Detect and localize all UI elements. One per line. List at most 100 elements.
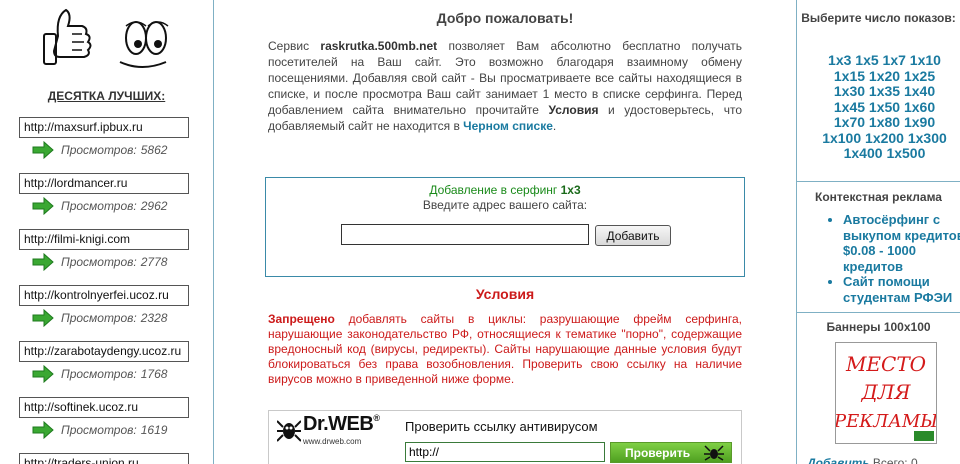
impressions-link[interactable]: 1x90: [904, 114, 935, 130]
forbidden-word: Запрещено: [268, 312, 335, 326]
impressions-link[interactable]: 1x200: [865, 130, 904, 146]
banners-title: Баннеры 100x100: [826, 320, 931, 334]
top-site-url[interactable]: http://filmi-knigi.com: [19, 229, 189, 250]
impressions-link[interactable]: 1x400: [844, 145, 883, 161]
ad-banner[interactable]: МЕСТО ДЛЯ РЕКЛАМЫ: [833, 342, 938, 444]
left-column: ДЕСЯТКА ЛУЧШИХ: http://maxsurf.ipbux.ru …: [0, 0, 213, 464]
drweb-registered-mark: ®: [373, 413, 380, 423]
context-ads-list: Автосёрфинг с выкупом кредитов. $0.08 - …: [819, 212, 960, 305]
add-banner-link[interactable]: Добавить: [807, 456, 869, 464]
add-form-mode: 1x3: [560, 183, 581, 197]
add-site-form: Добавление в серфинг 1x3 Введите адрес в…: [265, 177, 745, 277]
views-count: 2962: [140, 199, 168, 213]
site-url-input[interactable]: [341, 224, 589, 245]
views-label: Просмотров:: [61, 255, 137, 269]
impressions-link[interactable]: 1x20: [869, 68, 900, 84]
impressions-link[interactable]: 1x10: [910, 52, 941, 68]
arrow-right-icon: [32, 253, 54, 271]
top-site-url[interactable]: http://kontrolnyerfei.ucoz.ru: [19, 285, 189, 306]
section-divider: [797, 181, 960, 182]
conditions-body: добавлять сайты в циклы: разрушающие фре…: [268, 312, 742, 386]
impressions-link[interactable]: 1x30: [834, 83, 865, 99]
check-url-button[interactable]: Проверить: [610, 442, 732, 463]
section-divider: [797, 312, 960, 313]
impressions-link[interactable]: 1x45: [834, 99, 865, 115]
spider-logo-icon: [277, 420, 301, 442]
top-site-url[interactable]: http://lordmancer.ru: [19, 173, 189, 194]
blacklist-link[interactable]: Черном списке: [463, 119, 553, 133]
impressions-title: Выберите число показов:: [801, 11, 956, 25]
arrow-right-icon: [32, 197, 54, 215]
banner-footer: Добавить Всего: 0: [807, 456, 918, 464]
impressions-link[interactable]: 1x35: [869, 83, 900, 99]
views-label: Просмотров:: [61, 199, 137, 213]
top-site-url[interactable]: http://maxsurf.ipbux.ru: [19, 117, 189, 138]
check-url-input[interactable]: [405, 442, 605, 462]
views-count: 2328: [140, 311, 168, 325]
context-ads-title: Контекстная реклама: [815, 190, 942, 204]
impressions-link[interactable]: 1x500: [886, 145, 925, 161]
arrow-right-icon: [32, 309, 54, 327]
thumbs-up-mascot-icon: [43, 8, 169, 68]
drweb-title: Проверить ссылку антивирусом: [405, 419, 598, 434]
drweb-brand-text: Dr.WEB: [303, 413, 374, 435]
impressions-link[interactable]: 1x40: [904, 83, 935, 99]
views-label: Просмотров:: [61, 311, 137, 325]
context-ad-link[interactable]: Автосёрфинг с выкупом кредитов. $0.08 - …: [843, 212, 960, 274]
page-title: Добро пожаловать!: [436, 10, 574, 26]
arrow-right-icon: [32, 365, 54, 383]
arrow-right-icon: [32, 141, 54, 159]
drweb-url[interactable]: www.drweb.com: [303, 437, 361, 446]
ad-banner-art: МЕСТО ДЛЯ РЕКЛАМЫ: [833, 352, 938, 441]
top-site-url[interactable]: http://traders-union.ru: [19, 453, 189, 464]
impressions-link[interactable]: 1x3: [828, 52, 851, 68]
site-name: raskrutka.500mb.net: [320, 39, 438, 53]
impressions-link[interactable]: 1x7: [883, 52, 906, 68]
views-label: Просмотров:: [61, 423, 137, 437]
impressions-link[interactable]: 1x50: [869, 99, 900, 115]
views-label: Просмотров:: [61, 143, 137, 157]
main-content: Добро пожаловать! Сервис raskrutka.500mb…: [214, 0, 796, 464]
arrow-right-icon: [32, 421, 54, 439]
context-ad-link[interactable]: Сайт помощи студентам РФЭИ: [843, 274, 952, 305]
banner-line: ДЛЯ: [860, 380, 911, 404]
add-form-hint: Введите адрес вашего сайта:: [422, 198, 588, 212]
views-count: 2778: [140, 255, 168, 269]
banner-total: Всего: 0: [872, 456, 918, 464]
views-label: Просмотров:: [61, 367, 137, 381]
context-ad-item: Автосёрфинг с выкупом кредитов. $0.08 - …: [843, 212, 960, 274]
intro-part: .: [552, 119, 557, 133]
context-ad-item: Сайт помощи студентам РФЭИ: [843, 274, 960, 305]
impressions-link[interactable]: 1x25: [904, 68, 935, 84]
terms-word: Условия: [548, 103, 599, 117]
views-count: 1768: [140, 367, 168, 381]
drweb-brand[interactable]: Dr.WEB®: [303, 413, 380, 436]
top10-title: ДЕСЯТКА ЛУЧШИХ:: [47, 89, 166, 103]
add-form-title-text: Добавление в серфинг: [429, 183, 561, 197]
views-count: 5862: [140, 143, 168, 157]
top-site-url[interactable]: http://zarabotaydengy.ucoz.ru: [19, 341, 189, 362]
add-site-button[interactable]: Добавить: [595, 225, 671, 246]
add-form-title: Добавление в серфинг 1x3: [266, 183, 744, 197]
top-site-url[interactable]: http://softinek.ucoz.ru: [19, 397, 189, 418]
views-count: 1619: [140, 423, 168, 437]
spider-icon: [704, 445, 724, 461]
impressions-link[interactable]: 1x5: [855, 52, 878, 68]
conditions-text: Запрещено добавлять сайты в циклы: разру…: [268, 312, 742, 387]
conditions-title: Условия: [475, 286, 535, 302]
intro-text: Сервис raskrutka.500mb.net позволяет Вам…: [268, 38, 742, 134]
impressions-link[interactable]: 1x70: [834, 114, 865, 130]
impressions-link[interactable]: 1x60: [904, 99, 935, 115]
banner-line: МЕСТО: [845, 352, 926, 376]
impressions-link[interactable]: 1x100: [822, 130, 861, 146]
right-column: Выберите число показов: 1x3 1x5 1x7 1x10…: [797, 0, 960, 464]
impressions-link[interactable]: 1x300: [908, 130, 947, 146]
banner-line: РЕКЛАМЫ: [836, 411, 936, 432]
intro-part: Сервис: [268, 39, 321, 53]
impressions-link[interactable]: 1x80: [869, 114, 900, 130]
check-button-label: Проверить: [625, 445, 691, 460]
banner-corner-decor: [914, 431, 934, 441]
impressions-links: 1x3 1x5 1x7 1x10 1x15 1x20 1x25 1x30 1x3…: [797, 52, 960, 162]
impressions-link[interactable]: 1x15: [834, 68, 865, 84]
drweb-check-widget: Dr.WEB® www.drweb.com Проверить ссылку а…: [268, 410, 742, 464]
